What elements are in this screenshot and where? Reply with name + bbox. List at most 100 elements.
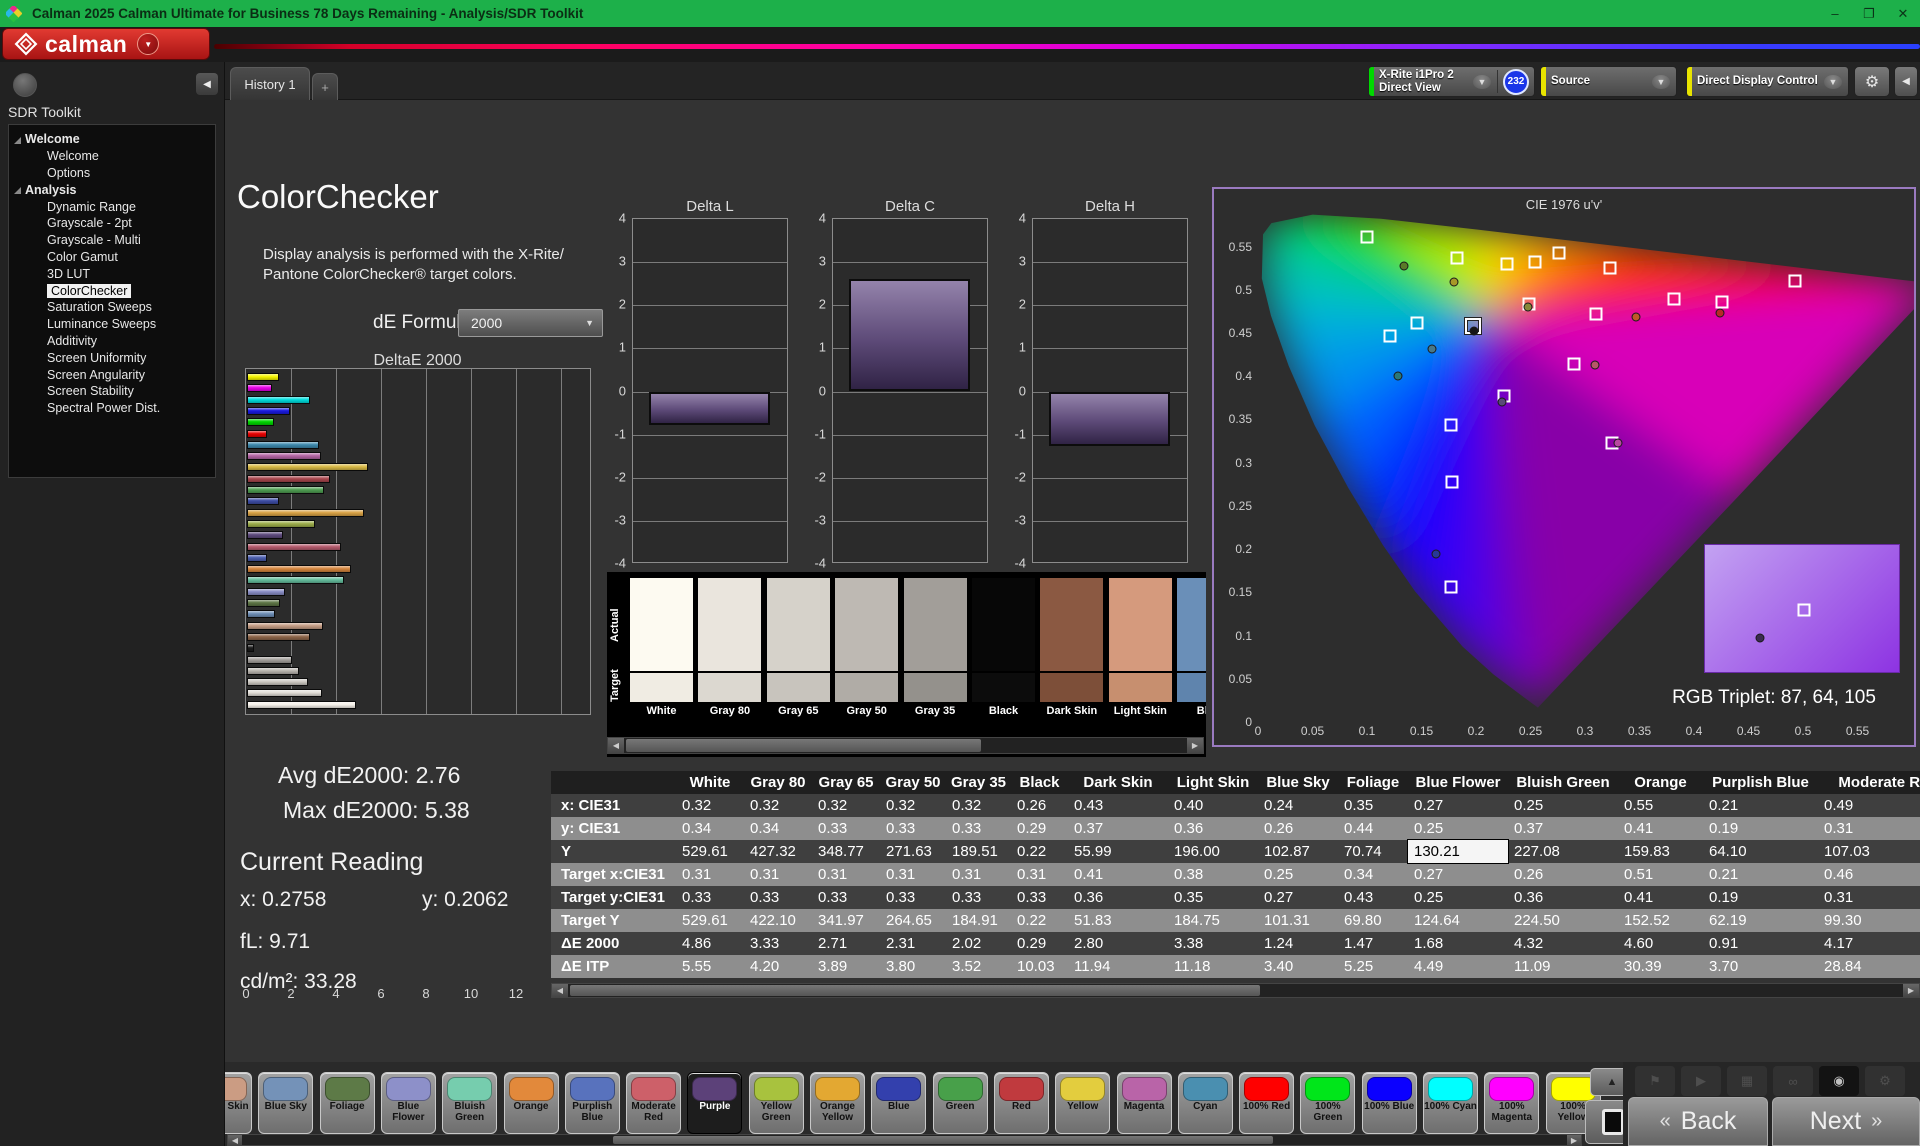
patch-button-blue-flower[interactable]: Blue Flower	[381, 1072, 436, 1134]
patch-button-purplish-blue[interactable]: Purplish Blue	[565, 1072, 620, 1134]
sidebar-item-analysis[interactable]: Analysis	[9, 181, 215, 198]
sidebar-item-screen-uniformity[interactable]: Screen Uniformity	[9, 349, 215, 366]
patch-button-yellow[interactable]: Yellow	[1055, 1072, 1110, 1134]
sidebar-item-grayscale-2pt[interactable]: Grayscale - 2pt	[9, 215, 215, 232]
patch-button-100-magenta[interactable]: 100% Magenta	[1484, 1072, 1539, 1134]
patch-button-bluish-green[interactable]: Bluish Green	[442, 1072, 497, 1134]
sidebar-collapse-button[interactable]: ◀	[196, 73, 218, 95]
swatch-column-gray-50[interactable]: Gray 50	[835, 578, 898, 717]
patch-bar-scrollbar[interactable]: ◀ ▶	[227, 1134, 1582, 1146]
next-button[interactable]: Next »	[1772, 1097, 1920, 1146]
bar-gloss	[248, 385, 271, 391]
swatch-column-gray-35[interactable]: Gray 35	[904, 578, 967, 717]
patch-button-100-red[interactable]: 100% Red	[1239, 1072, 1294, 1134]
scroll-right-icon[interactable]: ▶	[1903, 984, 1919, 997]
sidebar-item-options[interactable]: Options	[9, 165, 215, 182]
scroll-left-icon[interactable]: ◀	[608, 738, 624, 753]
expand-arrow-icon[interactable]	[14, 137, 21, 144]
minimize-button[interactable]: –	[1818, 0, 1852, 27]
tab-history-1[interactable]: History 1	[230, 67, 310, 100]
calman-menu-button[interactable]: calman ▼	[2, 28, 210, 60]
collapse-panel-button[interactable]: ◀	[1894, 66, 1918, 97]
sidebar-pin-button[interactable]	[13, 73, 37, 97]
ghost-loop-icon[interactable]: ∞	[1773, 1066, 1813, 1096]
patch-button-magenta[interactable]: Magenta	[1117, 1072, 1172, 1134]
y-tick-label: 4	[796, 211, 826, 226]
patch-color-chip	[631, 1077, 676, 1101]
sidebar-item-saturation-sweeps[interactable]: Saturation Sweeps	[9, 299, 215, 316]
sidebar-item-spectral-power-dist-[interactable]: Spectral Power Dist.	[9, 400, 215, 417]
ghost-active-icon[interactable]: ◉	[1819, 1066, 1859, 1096]
patch-button-yellow-green[interactable]: Yellow Green	[749, 1072, 804, 1134]
patch-label: 100% Blue	[1363, 1102, 1416, 1113]
table-scrollbar[interactable]: ◀ ▶	[551, 983, 1920, 998]
patch-button-moderate-red[interactable]: Moderate Red	[626, 1072, 681, 1134]
bar-gloss	[248, 498, 278, 504]
chart-deltaL	[632, 218, 788, 563]
swatch-column-gray-65[interactable]: Gray 65	[767, 578, 830, 717]
sidebar-item-additivity[interactable]: Additivity	[9, 333, 215, 350]
source-dropdown[interactable]: Source ▼	[1540, 66, 1677, 97]
patch-button-green[interactable]: Green	[933, 1072, 988, 1134]
scroll-left-icon[interactable]: ◀	[552, 984, 568, 997]
table-cell[interactable]: 130.21	[1408, 840, 1508, 863]
display-control-dropdown[interactable]: Direct Display Control ▼	[1686, 66, 1849, 97]
swatch-column-white[interactable]: White	[630, 578, 693, 717]
sidebar-item-welcome[interactable]: Welcome	[9, 148, 215, 165]
patch-button-orange[interactable]: Orange	[504, 1072, 559, 1134]
patch-button-blue-sky[interactable]: Blue Sky	[258, 1072, 313, 1134]
measured-dot-marker	[1400, 261, 1409, 270]
sidebar-item-color-gamut[interactable]: Color Gamut	[9, 249, 215, 266]
calman-dropdown-icon[interactable]: ▼	[137, 33, 159, 55]
add-tab-button[interactable]: +	[312, 73, 338, 100]
bar-gloss	[248, 577, 343, 583]
sidebar-item-grayscale-multi[interactable]: Grayscale - Multi	[9, 232, 215, 249]
patch-button-100-blue[interactable]: 100% Blue	[1362, 1072, 1417, 1134]
patch-button-orange-yellow[interactable]: Orange Yellow	[810, 1072, 865, 1134]
patch-button-100-green[interactable]: 100% Green	[1300, 1072, 1355, 1134]
sidebar-item-label: Screen Uniformity	[47, 351, 146, 365]
swatch-column-dark-skin[interactable]: Dark Skin	[1040, 578, 1103, 717]
sidebar-item-3d-lut[interactable]: 3D LUT	[9, 265, 215, 282]
patch-button-purple[interactable]: Purple	[687, 1072, 742, 1134]
ghost-flag-icon[interactable]: ⚑	[1635, 1066, 1675, 1096]
patch-button-100-cyan[interactable]: 100% Cyan	[1423, 1072, 1478, 1134]
patch-button-blue[interactable]: Blue	[871, 1072, 926, 1134]
patch-button-red[interactable]: Red	[994, 1072, 1049, 1134]
settings-button[interactable]: ⚙	[1854, 66, 1890, 97]
table-cell: 0.41	[1068, 863, 1168, 886]
bar-gloss	[248, 442, 318, 448]
column-header-gray-50: Gray 50	[880, 771, 946, 794]
main-content: ColorChecker Display analysis is perform…	[225, 100, 1920, 1062]
sidebar-item-colorchecker[interactable]: ColorChecker	[9, 282, 215, 299]
table-cell: 0.46	[1818, 863, 1920, 886]
maximize-button[interactable]: ❐	[1852, 0, 1886, 27]
scroll-right-icon[interactable]: ▶	[1187, 738, 1203, 753]
ghost-gear-icon[interactable]: ⚙	[1865, 1066, 1905, 1096]
sidebar-item-screen-stability[interactable]: Screen Stability	[9, 383, 215, 400]
swatch-column-gray-80[interactable]: Gray 80	[698, 578, 761, 717]
sidebar-item-dynamic-range[interactable]: Dynamic Range	[9, 198, 215, 215]
swatch-column-black[interactable]: Black	[972, 578, 1035, 717]
scroll-right-icon[interactable]: ▶	[1567, 1135, 1581, 1145]
patch-button-foliage[interactable]: Foliage	[320, 1072, 375, 1134]
swatch-column-blue[interactable]: Blue	[1177, 578, 1206, 717]
meter-count-badge[interactable]: 232	[1503, 69, 1529, 95]
scroll-left-icon[interactable]: ◀	[228, 1135, 242, 1145]
sidebar-item-luminance-sweeps[interactable]: Luminance Sweeps	[9, 316, 215, 333]
patch-button-cyan[interactable]: Cyan	[1178, 1072, 1233, 1134]
expand-arrow-icon[interactable]	[14, 187, 21, 194]
patch-button-light-skin[interactable]: Light Skin	[225, 1072, 252, 1134]
back-button[interactable]: « Back	[1628, 1097, 1768, 1146]
swatch-column-light-skin[interactable]: Light Skin	[1109, 578, 1172, 717]
scrollbar-thumb[interactable]	[626, 739, 981, 752]
de-formula-select[interactable]: 2000 ▼	[458, 309, 603, 337]
strip-scrollbar[interactable]: ◀▶	[607, 737, 1204, 754]
table-header: WhiteGray 80Gray 65Gray 50Gray 35BlackDa…	[551, 771, 1920, 794]
sidebar-item-welcome[interactable]: Welcome	[9, 131, 215, 148]
close-button[interactable]: ✕	[1886, 0, 1920, 27]
meter-dropdown[interactable]: X-Rite i1Pro 2 Direct View ▼ 232	[1368, 66, 1535, 97]
ghost-chart-icon[interactable]: ▦	[1727, 1066, 1767, 1096]
ghost-play-icon[interactable]: ▶	[1681, 1066, 1721, 1096]
sidebar-item-screen-angularity[interactable]: Screen Angularity	[9, 366, 215, 383]
